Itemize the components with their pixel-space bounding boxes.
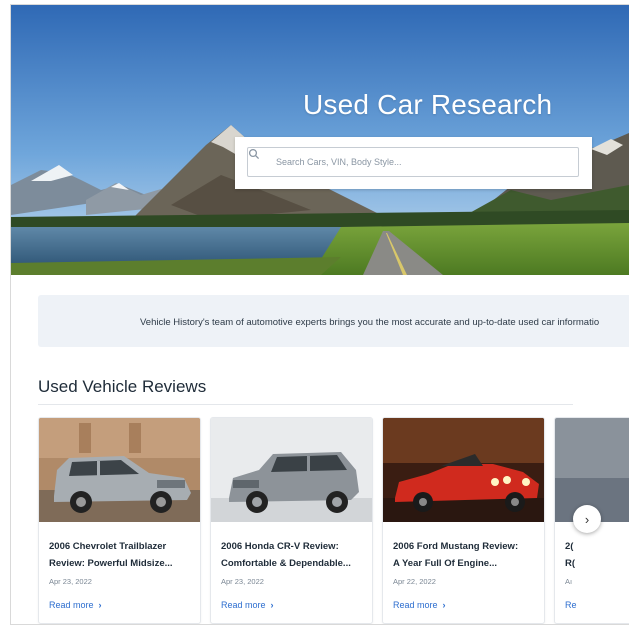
read-more-label[interactable]: Re xyxy=(565,600,577,610)
review-card-date: Apr 23, 2022 xyxy=(221,577,264,586)
info-banner: Vehicle History's team of automotive exp… xyxy=(38,295,629,347)
section-divider xyxy=(38,404,573,405)
search-input[interactable] xyxy=(276,148,576,176)
search-container xyxy=(235,137,592,189)
review-card[interactable]: 2006 Chevrolet Trailblazer Review: Power… xyxy=(38,417,201,624)
search-icon xyxy=(248,148,260,160)
hero-banner: Used Car Research xyxy=(11,5,629,275)
review-card-title-line[interactable]: 2006 Honda CR-V Review: xyxy=(221,538,367,555)
review-card-title[interactable]: 2( R( xyxy=(565,538,629,572)
read-more-label[interactable]: Read more xyxy=(393,600,438,610)
read-more-link[interactable]: Re xyxy=(565,600,577,610)
review-card-date: Apr 23, 2022 xyxy=(49,577,92,586)
review-card-title-line[interactable]: R( xyxy=(565,555,629,572)
chevron-right-icon: › xyxy=(584,511,590,527)
review-card-title[interactable]: 2006 Chevrolet Trailblazer Review: Power… xyxy=(49,538,195,572)
read-more-label[interactable]: Read more xyxy=(221,600,266,610)
suv-silver-image xyxy=(39,418,200,522)
review-card-title-line[interactable]: 2006 Ford Mustang Review: xyxy=(393,538,539,555)
review-card-title[interactable]: 2006 Ford Mustang Review: A Year Full Of… xyxy=(393,538,539,572)
review-card-title-line[interactable]: 2( xyxy=(565,538,629,555)
review-card-title-line[interactable]: Review: Powerful Midsize... xyxy=(49,555,195,572)
review-card-date: Aı xyxy=(565,577,573,586)
convertible-red-image xyxy=(383,418,544,522)
review-card-title-line[interactable]: 2006 Chevrolet Trailblazer xyxy=(49,538,195,555)
review-card-image[interactable] xyxy=(383,418,544,522)
suv-gray-image xyxy=(211,418,372,522)
hero-title: Used Car Research xyxy=(303,89,553,120)
carousel-next-button[interactable]: › xyxy=(573,505,601,533)
read-more-link[interactable]: Read more › xyxy=(393,600,446,610)
chevron-right-icon: › xyxy=(270,600,274,610)
review-card[interactable]: 2006 Ford Mustang Review: A Year Full Of… xyxy=(382,417,545,624)
review-card-image[interactable] xyxy=(211,418,372,522)
read-more-label[interactable]: Read more xyxy=(49,600,94,610)
review-card-date: Apr 22, 2022 xyxy=(393,577,436,586)
read-more-link[interactable]: Read more › xyxy=(221,600,274,610)
review-card-title-line[interactable]: A Year Full Of Engine... xyxy=(393,555,539,572)
review-card-title[interactable]: 2006 Honda CR-V Review: Comfortable & De… xyxy=(221,538,367,572)
review-card[interactable]: 2006 Honda CR-V Review: Comfortable & De… xyxy=(210,417,373,624)
read-more-link[interactable]: Read more › xyxy=(49,600,102,610)
reviews-heading: Used Vehicle Reviews xyxy=(38,377,207,396)
page-frame: Used Car Research Vehicle History's team… xyxy=(10,4,629,625)
search-box[interactable] xyxy=(247,147,579,177)
info-banner-text: Vehicle History's team of automotive exp… xyxy=(140,317,600,328)
review-card-image[interactable] xyxy=(39,418,200,522)
review-card-title-line[interactable]: Comfortable & Dependable... xyxy=(221,555,367,572)
chevron-right-icon: › xyxy=(442,600,446,610)
chevron-right-icon: › xyxy=(98,600,102,610)
